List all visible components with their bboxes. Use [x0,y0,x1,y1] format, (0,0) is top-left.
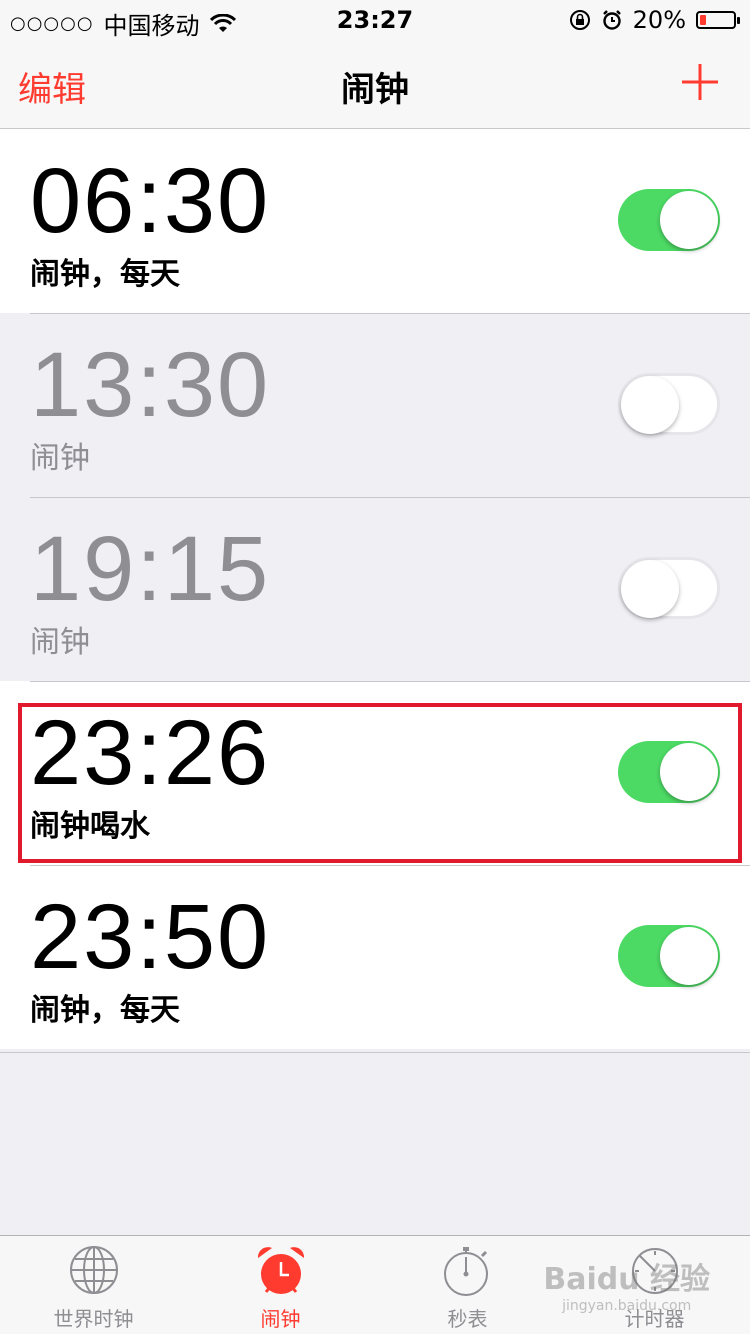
toggle-knob [660,191,718,249]
tab-label: 世界时钟 [53,1307,134,1331]
battery-icon [696,11,740,29]
toggle-knob [660,743,718,801]
alarm-time: 23:50 [30,886,271,988]
tab-bar: 世界时钟 闹钟 秒表 计时器 Baidu 经验 jingyan.baidu.co… [0,1235,750,1334]
alarm-row[interactable]: 06:30 闹钟，每天 [0,129,750,313]
alarm-row[interactable]: 23:26 闹钟喝水 [0,681,750,865]
battery-level [700,15,707,25]
alarm-row[interactable]: 13:30 闹钟 [0,313,750,497]
alarm-list: 06:30 闹钟，每天 13:30 闹钟 19:15 闹钟 23:26 闹钟喝水 23:50 闹钟… [0,129,750,1049]
toggle-knob [621,560,679,618]
alarm-toggle[interactable] [618,373,720,435]
globe-icon [69,1246,118,1294]
alarm-label: 闹钟喝水 [30,809,150,844]
alarm-row[interactable]: 23:50 闹钟，每天 [0,865,750,1049]
alarm-time: 23:26 [30,702,271,804]
alarm-toggle[interactable] [618,557,720,619]
tab-alarm[interactable]: 闹钟 [187,1236,374,1334]
alarm-toggle[interactable] [618,741,720,803]
watermark: Baidu 经验 jingyan.baidu.com [543,1254,710,1314]
tab-world-clock[interactable]: 世界时钟 [0,1236,187,1334]
alarm-label: 闹钟，每天 [30,257,180,292]
tab-label: 闹钟 [260,1307,301,1331]
status-right: 20% [569,6,740,34]
list-divider [0,1052,750,1053]
watermark-subtext: jingyan.baidu.com [562,1298,692,1314]
page-title: 闹钟 [341,70,409,110]
alarm-toggle[interactable] [618,925,720,987]
toggle-knob [621,376,679,434]
orientation-lock-icon [569,10,590,30]
status-bar: ○○○○○ 中国移动 23:27 20% [0,0,750,40]
alarm-time: 19:15 [30,518,271,620]
alarm-label: 闹钟 [30,441,90,476]
alarm-clock-icon [257,1247,304,1294]
alarm-time: 06:30 [30,150,271,252]
alarm-toggle[interactable] [618,189,720,251]
tab-stopwatch[interactable]: 秒表 [374,1236,561,1334]
navigation-bar: 编辑 闹钟 [0,40,750,129]
stopwatch-icon [443,1247,488,1296]
alarm-label: 闹钟，每天 [30,993,180,1028]
alarm-time: 13:30 [30,334,271,436]
alarm-row[interactable]: 19:15 闹钟 [0,497,750,681]
tab-label: 秒表 [447,1307,488,1331]
watermark-text: Baidu 经验 [543,1262,710,1297]
battery-percent: 20% [632,6,686,34]
add-alarm-button[interactable] [680,62,720,102]
alarm-status-icon [602,10,621,30]
toggle-knob [660,927,718,985]
alarm-label: 闹钟 [30,625,90,660]
